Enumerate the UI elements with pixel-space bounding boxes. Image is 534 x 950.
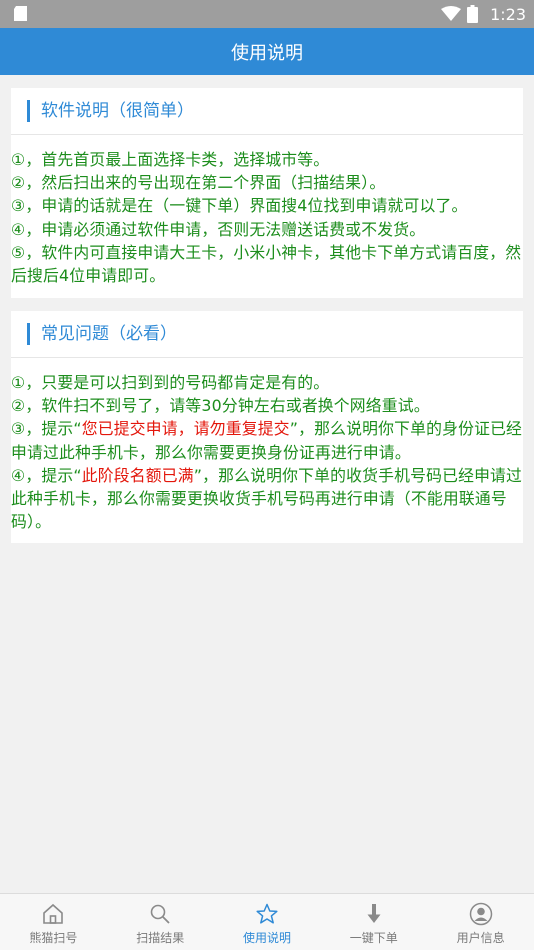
section-title: 常见问题（必看） — [41, 324, 177, 344]
nav-item-label: 一键下单 — [349, 931, 398, 945]
section-body: ①，只要是可以扫到到的号码都肯定是有的。 ②，软件扫不到号了，请等30分钟左右或… — [11, 358, 523, 533]
status-time: 1:23 — [490, 4, 526, 24]
faq-item-highlight: 此阶段名额已满 — [81, 465, 194, 485]
bottom-nav: 熊猫扫号 扫描结果 使用说明 一键下单 用户信息 — [0, 893, 534, 950]
app-bar: 使用说明 — [0, 28, 534, 75]
search-icon — [150, 904, 170, 924]
instruction-item: ⑤，软件内可直接申请大王卡，小米小神卡，其他卡下单方式请百度，然后搜后4位申请即… — [11, 242, 522, 286]
nav-item-label: 熊猫扫号 — [29, 931, 78, 945]
sd-card-icon — [14, 6, 27, 21]
faq-item: ①，只要是可以扫到到的号码都肯定是有的。 — [11, 373, 330, 392]
nav-item-label: 使用说明 — [242, 931, 291, 945]
nav-item-one-click-order[interactable]: 一键下单 — [320, 894, 427, 950]
nav-item-scan-results[interactable]: 扫描结果 — [107, 894, 214, 950]
faq-item-prefix: ④，提示“ — [11, 465, 82, 485]
instruction-item: ③，申请的话就是在（一键下单）界面搜4位找到申请就可以了。 — [11, 196, 468, 216]
nav-item-label: 扫描结果 — [136, 931, 185, 945]
instruction-item: ②，然后扫出来的号出现在第二个界面（扫描结果）。 — [11, 173, 386, 193]
section-header: 常见问题（必看） — [11, 311, 523, 358]
star-icon — [256, 903, 278, 924]
battery-icon — [467, 5, 479, 23]
section-accent-bar — [27, 323, 30, 345]
instruction-item: ①，首先首页最上面选择卡类，选择城市等。 — [11, 150, 330, 169]
faq-item: ③，提示“您已提交申请，请勿重复提交”，那么说明你下单的身份证已经申请过此种手机… — [11, 417, 523, 463]
section-title: 软件说明（很简单） — [41, 101, 194, 121]
instruction-item: ④，申请必须通过软件申请，否则无法赠送话费或不发货。 — [11, 219, 426, 239]
user-icon — [469, 902, 492, 926]
software-instructions-card: 软件说明（很简单） ①，首先首页最上面选择卡类，选择城市等。 ②，然后扫出来的号… — [11, 88, 523, 298]
nav-item-instructions[interactable]: 使用说明 — [214, 894, 321, 950]
section-body: ①，首先首页最上面选择卡类，选择城市等。 ②，然后扫出来的号出现在第二个界面（扫… — [11, 135, 523, 287]
page-title: 使用说明 — [231, 42, 303, 64]
faq-item-prefix: ③，提示“ — [11, 419, 82, 439]
download-arrow-icon — [367, 904, 381, 923]
section-header: 软件说明（很简单） — [11, 88, 523, 135]
faq-item: ④，提示“此阶段名额已满”，那么说明你下单的收货手机号码已经申请过此种手机卡，那… — [11, 464, 523, 534]
nav-item-user-info[interactable]: 用户信息 — [427, 894, 534, 950]
status-bar: 1:23 — [0, 0, 534, 28]
faq-card: 常见问题（必看） ①，只要是可以扫到到的号码都肯定是有的。 ②，软件扫不到号了，… — [11, 311, 523, 543]
home-icon — [43, 903, 64, 924]
nav-item-label: 用户信息 — [456, 931, 505, 945]
faq-item-highlight: 您已提交申请，请勿重复提交 — [81, 419, 290, 439]
faq-item: ②，软件扫不到号了，请等30分钟左右或者换个网络重试。 — [11, 396, 430, 416]
section-accent-bar — [27, 100, 30, 122]
nav-item-panda-scan[interactable]: 熊猫扫号 — [0, 894, 107, 950]
wifi-icon — [441, 6, 462, 21]
